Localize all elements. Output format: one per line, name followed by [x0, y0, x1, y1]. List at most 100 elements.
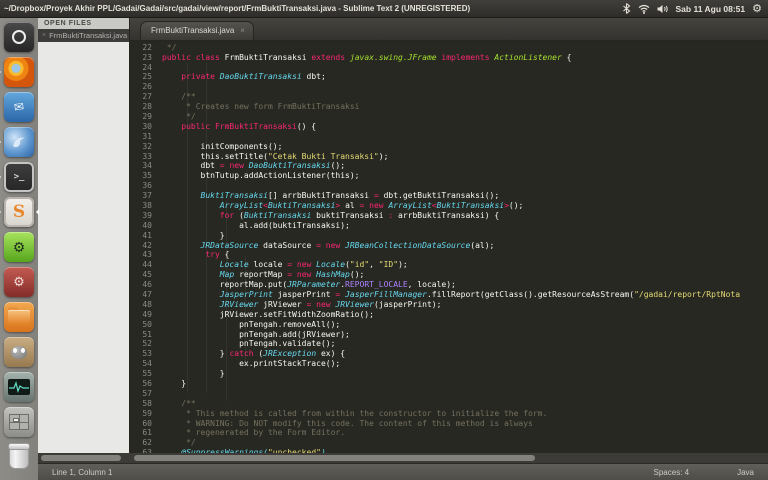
sublime-window: OPEN FILES × FrmBuktiTransaksi.java FrmB…: [38, 18, 768, 480]
ubuntu-dash-icon[interactable]: [4, 22, 34, 52]
sidebar-hscroll-thumb[interactable]: [41, 455, 121, 461]
code-text: ex.printStackTrace();: [162, 359, 768, 369]
code-line: 45 Map reportMap = new HashMap();: [130, 270, 768, 280]
syntax-mode[interactable]: Java: [737, 468, 754, 477]
code-text: }: [162, 369, 768, 379]
shotwell-icon[interactable]: [4, 127, 34, 157]
code-line: 39 for (BuktiTransaksi buktiTransaksi : …: [130, 211, 768, 221]
wifi-icon[interactable]: [638, 4, 650, 14]
code-line: 61 * regenerated by the Form Editor.: [130, 428, 768, 438]
code-text: btnTutup.addActionListener(this);: [162, 171, 768, 181]
code-text: * This method is called from within the …: [162, 409, 768, 419]
code-line: 48 JRViewer jRViewer = new JRViewer(jasp…: [130, 300, 768, 310]
code-line: 56 }: [130, 379, 768, 389]
code-line: 28 * Creates new form FrmBuktiTransaksi: [130, 102, 768, 112]
indent-setting[interactable]: Spaces: 4: [654, 468, 690, 477]
code-text: [162, 82, 768, 92]
code-line: 38 ArrayList<BuktiTransaksi> al = new Ar…: [130, 201, 768, 211]
code-text: pnTengah.removeAll();: [162, 320, 768, 330]
line-number: 48: [130, 300, 162, 310]
line-number: 33: [130, 152, 162, 162]
code-line: 22 */: [130, 43, 768, 53]
code-text: al.add(buktiTransaksi);: [162, 221, 768, 231]
sidebar-empty-area: [38, 42, 129, 453]
bluetooth-icon[interactable]: [622, 3, 631, 14]
sidebar-hscrollbar[interactable]: [38, 453, 131, 463]
line-number: 38: [130, 201, 162, 211]
code-line: 29 */: [130, 112, 768, 122]
code-text: ArrayList<BuktiTransaksi> al = new Array…: [162, 201, 768, 211]
code-line: 62 */: [130, 438, 768, 448]
line-number: 27: [130, 92, 162, 102]
editor-hscroll-thumb[interactable]: [134, 455, 535, 461]
code-line: 54 ex.printStackTrace();: [130, 359, 768, 369]
cursor-position: Line 1, Column 1: [52, 468, 654, 477]
line-number: 39: [130, 211, 162, 221]
trash-icon[interactable]: [4, 442, 34, 472]
code-line: 30 public FrmBuktiTransaksi() {: [130, 122, 768, 132]
code-line: 59 * This method is called from within t…: [130, 409, 768, 419]
code-line: 51 pnTengah.add(jRViewer);: [130, 330, 768, 340]
line-number: 57: [130, 389, 162, 399]
system-monitor-icon[interactable]: [4, 372, 34, 402]
line-number: 32: [130, 142, 162, 152]
code-line: 42 JRDataSource dataSource = new JRBeanC…: [130, 241, 768, 251]
code-text: }: [162, 231, 768, 241]
line-number: 59: [130, 409, 162, 419]
code-line: 53 } catch (JRException ex) {: [130, 349, 768, 359]
code-text: [162, 63, 768, 73]
line-number: 29: [130, 112, 162, 122]
code-line: 44 Locale locale = new Locale("id", "ID"…: [130, 260, 768, 270]
code-text: this.setTitle("Cetak Bukti Transaksi");: [162, 152, 768, 162]
line-number: 62: [130, 438, 162, 448]
code-text: JasperPrint jasperPrint = JasperFillMana…: [162, 290, 768, 300]
system-tools-icon[interactable]: ⚙: [4, 267, 34, 297]
line-number: 37: [130, 191, 162, 201]
code-line: 24: [130, 63, 768, 73]
line-number: 22: [130, 43, 162, 53]
session-gear-icon[interactable]: ⚙: [752, 4, 762, 14]
workspace-switcher-icon[interactable]: [4, 407, 34, 437]
desktop: ~/Dropbox/Proyek Akhir PPL/Gadai/Gadai/s…: [0, 0, 768, 480]
line-number: 47: [130, 290, 162, 300]
status-bar: Line 1, Column 1 Spaces: 4 Java: [38, 463, 768, 480]
code-text: JRViewer jRViewer = new JRViewer(jasperP…: [162, 300, 768, 310]
code-line: 47 JasperPrint jasperPrint = JasperFillM…: [130, 290, 768, 300]
line-number: 54: [130, 359, 162, 369]
code-text: }: [162, 379, 768, 389]
open-file-item[interactable]: × FrmBuktiTransaksi.java: [38, 29, 129, 42]
code-line: 26: [130, 82, 768, 92]
editor-hscrollbar[interactable]: [131, 453, 768, 463]
code-line: 27 /**: [130, 92, 768, 102]
line-number: 53: [130, 349, 162, 359]
line-number: 26: [130, 82, 162, 92]
line-number: 55: [130, 369, 162, 379]
code-text: pnTengah.validate();: [162, 339, 768, 349]
close-file-icon[interactable]: ×: [42, 32, 46, 39]
line-number: 52: [130, 339, 162, 349]
green-gear-app-icon[interactable]: ⚙: [4, 232, 34, 262]
volume-icon[interactable]: [657, 4, 669, 14]
line-number: 41: [130, 231, 162, 241]
code-line: 49 jRViewer.setFitWidthZoomRatio();: [130, 310, 768, 320]
line-number: 24: [130, 63, 162, 73]
code-line: 52 pnTengah.validate();: [130, 339, 768, 349]
firefox-icon[interactable]: [4, 57, 34, 87]
tab-frmbuktitransaksi[interactable]: FrmBuktiTransaksi.java ×: [140, 21, 254, 40]
clock[interactable]: Sab 11 Agu 08:51: [676, 4, 746, 14]
code-text: } catch (JRException ex) {: [162, 349, 768, 359]
file-manager-icon[interactable]: [4, 302, 34, 332]
sublime-text-icon[interactable]: S: [4, 197, 34, 227]
tab-close-icon[interactable]: ×: [240, 26, 245, 35]
code-line: 58 /**: [130, 399, 768, 409]
code-text: jRViewer.setFitWidthZoomRatio();: [162, 310, 768, 320]
gimp-icon[interactable]: [4, 337, 34, 367]
code-text: * WARNING: Do NOT modify this code. The …: [162, 419, 768, 429]
open-files-header: OPEN FILES: [38, 18, 129, 29]
code-line: 35 btnTutup.addActionListener(this);: [130, 171, 768, 181]
thunderbird-icon[interactable]: ✉: [4, 92, 34, 122]
terminal-icon[interactable]: >_: [4, 162, 34, 192]
code-line: 40 al.add(buktiTransaksi);: [130, 221, 768, 231]
open-file-label: FrmBuktiTransaksi.java: [49, 31, 127, 40]
code-editor[interactable]: 22 */23public class FrmBuktiTransaksi ex…: [130, 41, 768, 453]
